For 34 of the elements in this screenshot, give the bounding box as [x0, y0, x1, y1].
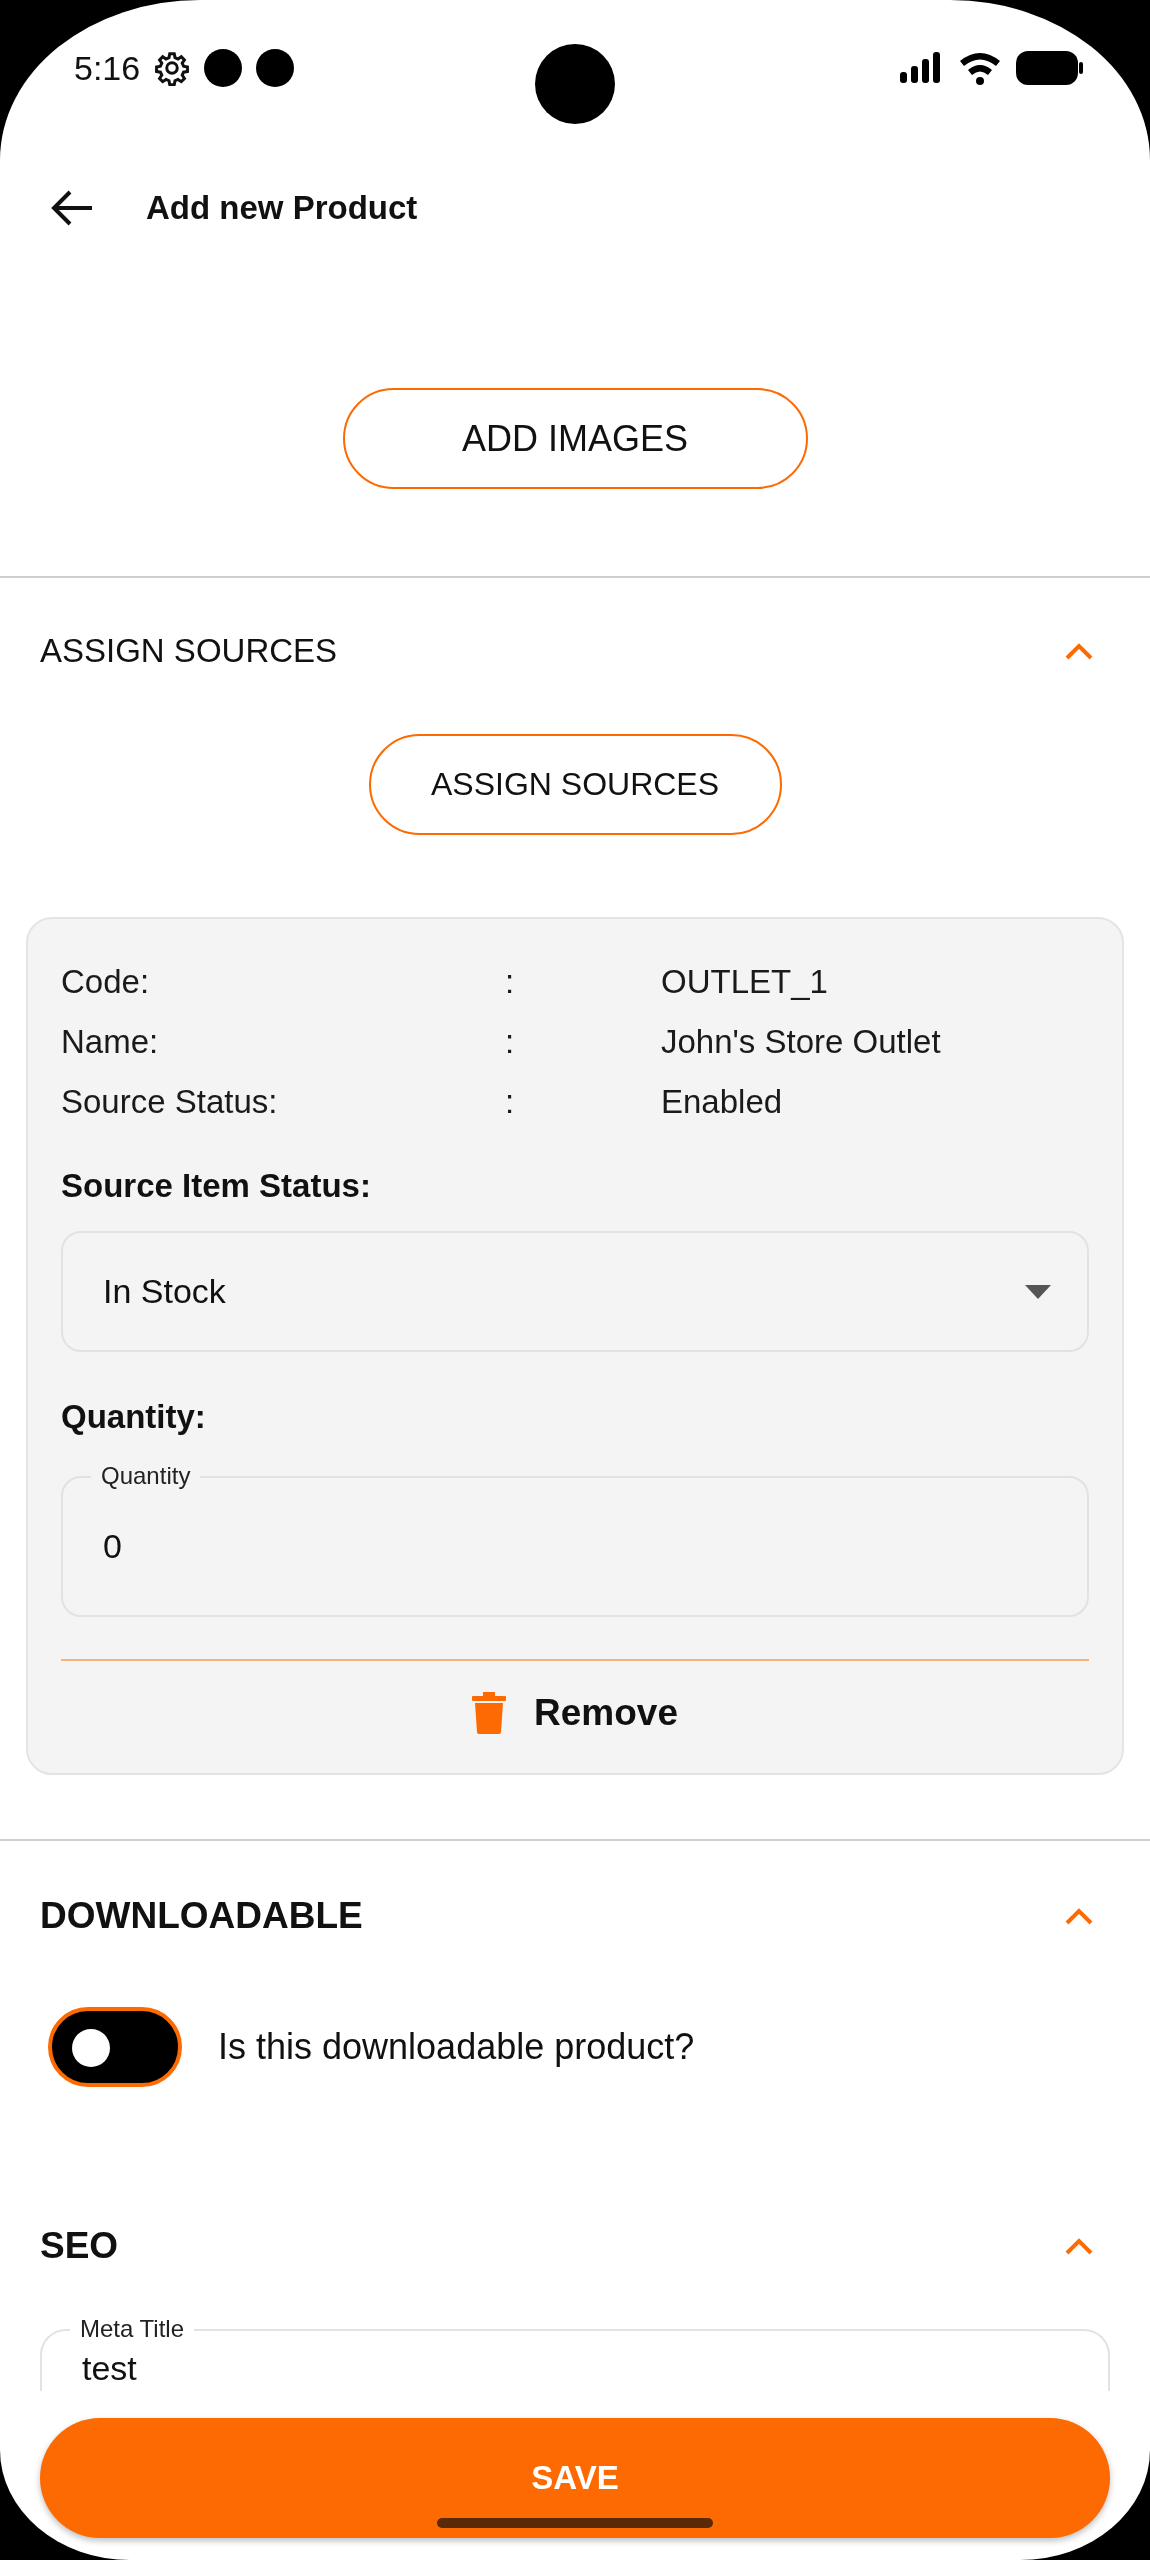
section-title: DOWNLOADABLE [40, 1895, 363, 1937]
field-label: Source Status: [61, 1083, 279, 1121]
chevron-up-icon [1064, 1907, 1094, 1925]
toggle-label: Is this downloadable product? [218, 2026, 695, 2068]
page-title: Add new Product [146, 189, 418, 227]
settings-icon [154, 50, 191, 86]
notification-dot-icon [204, 49, 243, 87]
battery-icon [1016, 51, 1084, 85]
field-value: OUTLET_1 [661, 963, 829, 1001]
collapse-button[interactable] [1064, 642, 1094, 660]
separator: : [505, 1023, 516, 1061]
status-dropdown[interactable]: In Stock [61, 1231, 1089, 1352]
separator: : [505, 1083, 516, 1121]
status-time: 5:16 [74, 48, 141, 88]
assign-sources-button[interactable]: ASSIGN SOURCES [368, 734, 782, 835]
collapse-button[interactable] [1064, 2237, 1094, 2255]
section-heading: Quantity: [61, 1398, 207, 1436]
trash-icon [472, 1692, 506, 1734]
field-value: John's Store Outlet [661, 1023, 942, 1061]
add-images-button[interactable]: ADD IMAGES [342, 388, 808, 489]
chevron-up-icon [1064, 642, 1094, 660]
field-label: Name: [61, 1023, 160, 1061]
separator: : [505, 963, 516, 1001]
dropdown-arrow-icon [1025, 1284, 1051, 1299]
wifi-icon [958, 51, 1002, 85]
section-title: SEO [40, 2225, 119, 2267]
remove-button[interactable]: Remove [61, 1683, 1089, 1743]
section-heading: Source Item Status: [61, 1167, 372, 1205]
notification-dot-icon [256, 49, 295, 87]
chevron-up-icon [1064, 2237, 1094, 2255]
collapse-button[interactable] [1064, 1907, 1094, 1925]
field-label: Code: [61, 963, 151, 1001]
field-value: Enabled [661, 1083, 784, 1121]
section-title: ASSIGN SOURCES [40, 632, 338, 670]
